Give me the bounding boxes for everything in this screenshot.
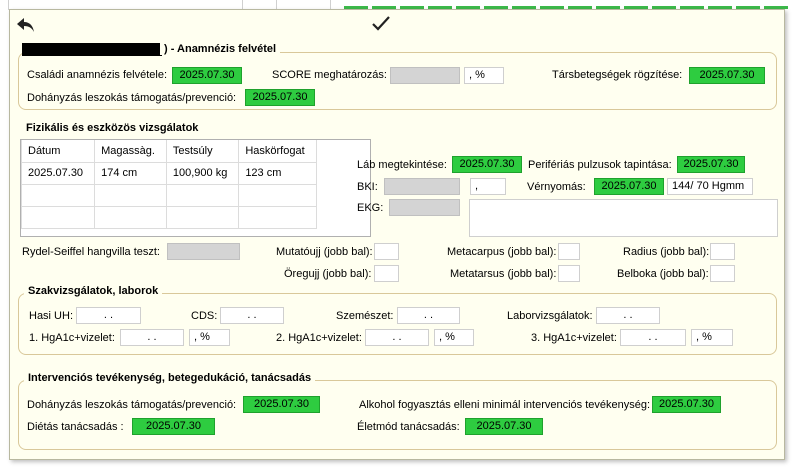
alcohol-intervention-date[interactable]: 2025.07.30 [652, 396, 721, 413]
abdominal-us-date[interactable]: . . [76, 307, 141, 324]
peripheral-pulse-label: Perifériás pulzusok tapintása: [528, 159, 672, 171]
metacarpus-field[interactable] [558, 243, 580, 260]
lifestyle-counseling-date[interactable]: 2025.07.30 [465, 418, 543, 435]
pointer-finger-label: Mutatóujj (jobb bal): [276, 246, 373, 258]
blood-pressure-date[interactable]: 2025.07.30 [594, 178, 664, 195]
lab-tests-label: Laborvizsgálatok: [507, 310, 593, 322]
blood-pressure-label: Vérnyomás: [527, 181, 586, 193]
score-date-field[interactable] [390, 67, 460, 84]
pointer-finger-field[interactable] [374, 243, 399, 260]
hba1c-3-date[interactable]: . . [620, 329, 686, 346]
table-cell: 174 cm [94, 162, 167, 185]
family-anamnesis-date[interactable]: 2025.07.30 [172, 67, 242, 84]
hba1c-3-label: 3. HgA1c+vizelet: [531, 332, 617, 344]
column-header: Haskörfogat [238, 140, 317, 163]
bmi-label: BKI: [357, 181, 378, 193]
smoking-prevention-label: Dohányzás leszokás támogatás/prevenció: [27, 92, 237, 104]
foot-exam-label: Láb megtekintése: [357, 159, 447, 171]
ankle-label: Belboka (jobb bal): [617, 268, 709, 280]
intervention-group [18, 380, 777, 450]
cds-label: CDS: [191, 310, 218, 322]
table-cell: 123 cm [238, 162, 317, 185]
ekg-date-field[interactable] [389, 199, 460, 216]
big-toe-label: Öregujj (jobb bal): [284, 268, 372, 280]
cds-date[interactable]: . . [220, 307, 284, 324]
measurements-table: Dátum Magassàg. Testsúly Haskörfogat 202… [20, 140, 317, 229]
hba1c-2-percent[interactable]: , % [434, 329, 474, 346]
metatarsus-label: Metatarsus (jobb bal): [450, 268, 557, 280]
metacarpus-label: Metacarpus (jobb bal): [447, 246, 557, 258]
ophthalmology-label: Szemészet: [336, 310, 394, 322]
anamnesis-title: ) - Anamnézis felvétel [160, 43, 281, 55]
big-toe-field[interactable] [374, 265, 399, 282]
hba1c-1-percent[interactable]: , % [189, 329, 230, 346]
comorbidity-label: Társbetegségek rögzítése: [552, 69, 683, 81]
diet-counseling-date[interactable]: 2025.07.30 [132, 418, 215, 435]
hba1c-2-label: 2. HgA1c+vizelet: [276, 332, 362, 344]
redacted-patient-name [22, 43, 162, 56]
bmi-decimal-field[interactable]: , [470, 178, 506, 195]
table-cell: 100,900 kg [165, 162, 240, 185]
lab-tests-date[interactable]: . . [596, 307, 660, 324]
column-header: Testsúly [165, 140, 240, 163]
column-header: Dátum [20, 140, 96, 163]
checkmark-icon[interactable] [372, 16, 390, 32]
peripheral-pulse-date[interactable]: 2025.07.30 [677, 156, 745, 173]
anamnesis-dialog: ) - Anamnézis felvétel Családi anamnézis… [9, 9, 785, 460]
intervention-smoking-label: Dohányzás leszokás támogatás/prevenció: [27, 399, 237, 411]
table-cell: 2025.07.30 [20, 162, 96, 185]
ankle-field[interactable] [710, 265, 735, 282]
rydel-seiffel-date-field[interactable] [167, 243, 240, 260]
smoking-prevention-date[interactable]: 2025.07.30 [245, 89, 315, 106]
diet-counseling-label: Diétás tanácsadás : [27, 421, 124, 433]
metatarsus-field[interactable] [558, 265, 580, 282]
ekg-label: EKG: [357, 202, 384, 214]
table-header-row: Dátum Magassàg. Testsúly Haskörfogat [20, 140, 317, 163]
alcohol-intervention-label: Alkohol fogyasztás elleni minimál interv… [359, 399, 651, 411]
ophthalmology-date[interactable]: . . [397, 307, 460, 324]
hba1c-1-label: 1. HgA1c+vizelet: [29, 332, 115, 344]
score-label: SCORE meghatározás: [272, 69, 387, 81]
ekg-notes-field[interactable] [469, 199, 778, 237]
table-row[interactable]: 2025.07.30 174 cm 100,900 kg 123 cm [20, 162, 317, 185]
hba1c-3-percent[interactable]: , % [691, 329, 733, 346]
intervention-smoking-date[interactable]: 2025.07.30 [243, 396, 320, 413]
abdominal-us-label: Hasi UH: [29, 310, 74, 322]
blood-pressure-value[interactable]: 144/ 70 Hgmm [667, 178, 753, 195]
back-arrow-icon[interactable] [16, 16, 36, 34]
specialist-title: Szakvizsgálatok, laborok [24, 285, 163, 297]
bmi-value-field[interactable] [384, 178, 460, 195]
comorbidity-date[interactable]: 2025.07.30 [689, 67, 765, 84]
radius-field[interactable] [710, 243, 735, 260]
rydel-seiffel-label: Rydel-Seiffel hangvilla teszt: [22, 246, 160, 258]
exam-title: Fizikális és eszközös vizsgálatok [22, 122, 203, 134]
measurements-table-frame: Dátum Magassàg. Testsúly Haskörfogat 202… [20, 139, 371, 237]
family-anamnesis-label: Családi anamnézis felvétele: [27, 69, 168, 81]
lifestyle-counseling-label: Életmód tanácsadás: [357, 421, 460, 433]
score-percent-field[interactable]: , % [464, 67, 504, 84]
table-row[interactable] [20, 184, 317, 207]
table-row[interactable] [20, 206, 317, 229]
hba1c-1-date[interactable]: . . [120, 329, 184, 346]
hba1c-2-date[interactable]: . . [365, 329, 429, 346]
column-header: Magassàg. [94, 140, 167, 163]
intervention-title: Intervenciós tevékenység, betegedukáció,… [24, 372, 316, 384]
foot-exam-date[interactable]: 2025.07.30 [452, 156, 522, 173]
radius-label: Radius (jobb bal): [623, 246, 710, 258]
